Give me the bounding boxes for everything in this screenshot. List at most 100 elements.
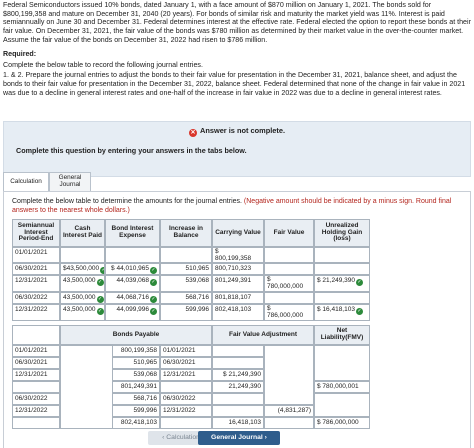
bonds-debit-col xyxy=(60,345,112,429)
mid-date-cell xyxy=(160,381,212,393)
correct-check-icon: ✓ xyxy=(96,279,104,286)
net-liability-blank xyxy=(314,393,370,417)
required-line-2: 1. & 2. Prepare the journal entries to a… xyxy=(3,71,466,97)
period-cell: 06/30/2021 xyxy=(12,263,60,275)
next-general-journal-button[interactable]: General Journal › xyxy=(198,431,280,445)
header-increase: Increase in Balance xyxy=(160,219,212,247)
expense-cell[interactable]: 44,068,716 ✓ xyxy=(105,292,160,304)
problem-statement: Federal Semiconductors issued 10% bonds,… xyxy=(3,1,471,99)
expense-cell xyxy=(105,247,160,263)
calculation-panel: Complete the below table to determine th… xyxy=(3,191,471,448)
date-cell xyxy=(12,417,60,429)
bonds-value-cell[interactable]: 539,068 xyxy=(112,369,160,381)
fair-value-cell xyxy=(264,263,314,275)
cash-cell[interactable]: 43,500,000 ✓ xyxy=(60,292,105,304)
chevron-right-icon: › xyxy=(262,433,267,441)
fair-value-cell[interactable]: $780,000,000 xyxy=(264,275,314,292)
header-fva: Fair Value Adjustment xyxy=(212,325,314,345)
required-heading: Required: xyxy=(3,50,37,59)
mid-date-cell: 06/30/2021 xyxy=(160,357,212,369)
bonds-total-cell[interactable]: 802,418,103 xyxy=(112,417,160,429)
fva-credit-cell[interactable]: (4,831,287) xyxy=(264,405,314,417)
required-line-1: Complete the below table to record the f… xyxy=(3,60,203,69)
bonds-value-cell[interactable]: 568,716 xyxy=(112,393,160,405)
tab-calculation[interactable]: Calculation xyxy=(3,172,49,192)
header-gain-loss: Unrealized Holding Gain (loss) xyxy=(314,219,370,247)
cash-cell[interactable]: 43,500,000 ✓ xyxy=(60,275,105,292)
mid-date-cell xyxy=(160,417,212,429)
gain-cell[interactable]: $ 16,418,103 ✓ xyxy=(314,304,370,321)
expense-cell[interactable]: 44,099,996 ✓ xyxy=(105,304,160,321)
next-button-label: General Journal xyxy=(211,433,263,441)
fva-debit-cell xyxy=(212,405,264,417)
tab-general-journal[interactable]: General Journal xyxy=(49,172,91,192)
net-liability-blank xyxy=(314,345,370,381)
cash-cell[interactable]: $43,500,000✓ xyxy=(60,263,105,275)
header-period: Semiannual Interest Period-End xyxy=(12,219,60,247)
net-liability-cell[interactable]: $ 786,000,000 xyxy=(314,417,370,429)
gain-cell xyxy=(314,247,370,263)
increase-cell[interactable]: 599,996 xyxy=(160,304,212,321)
header-net-liability: Net Liability(FMV) xyxy=(314,325,370,345)
fva-credit-col xyxy=(264,345,314,405)
answer-status-text: Answer is not complete. xyxy=(199,126,285,135)
date-cell: 12/31/2022 xyxy=(12,405,60,417)
correct-check-icon: ✓ xyxy=(96,308,104,315)
fva-total-cell[interactable]: 21,249,390 xyxy=(212,381,264,393)
fair-value-cell xyxy=(264,247,314,263)
carrying-cell[interactable]: 801,818,107 xyxy=(212,292,264,304)
period-cell: 06/30/2022 xyxy=(12,292,60,304)
problem-paragraph: Federal Semiconductors issued 10% bonds,… xyxy=(3,1,471,44)
cash-cell[interactable]: 43,500,000 ✓ xyxy=(60,304,105,321)
fva-debit-cell xyxy=(212,357,264,369)
correct-check-icon: ✓ xyxy=(355,308,363,315)
fva-debit-cell[interactable]: $ 21,249,390 xyxy=(212,369,264,381)
period-cell: 12/31/2022 xyxy=(12,304,60,321)
incorrect-x-icon: ✕ xyxy=(188,129,197,137)
bonds-total-cell[interactable]: 801,249,391 xyxy=(112,381,160,393)
date-cell: 06/30/2022 xyxy=(12,393,60,405)
mid-date-cell: 12/31/2022 xyxy=(160,405,212,417)
fva-total-cell[interactable]: 16,418,103 xyxy=(212,417,264,429)
answer-status: ✕ Answer is not complete. xyxy=(4,126,470,137)
tab-instruction: Complete this question by entering your … xyxy=(16,146,247,155)
gain-cell xyxy=(314,263,370,275)
bonds-value-cell[interactable]: 599,996 xyxy=(112,405,160,417)
correct-check-icon: ✓ xyxy=(96,296,104,303)
gain-cell xyxy=(314,292,370,304)
correct-check-icon: ✓ xyxy=(355,279,363,286)
bonds-value-cell[interactable]: 510,965 xyxy=(112,357,160,369)
carrying-cell[interactable]: 801,249,391 xyxy=(212,275,264,292)
fva-debit-cell xyxy=(212,393,264,405)
header-carrying: Carrying Value xyxy=(212,219,264,247)
carrying-cell[interactable]: $800,199,358 xyxy=(212,247,264,263)
increase-cell xyxy=(160,247,212,263)
carrying-cell[interactable]: 800,710,323 xyxy=(212,263,264,275)
period-cell: 01/01/2021 xyxy=(12,247,60,263)
panel-instruction: Complete the below table to determine th… xyxy=(12,198,462,215)
fair-value-cell xyxy=(264,292,314,304)
date-cell: 01/01/2021 xyxy=(12,345,60,357)
prev-button-label: Calculation xyxy=(166,433,200,441)
increase-cell[interactable]: 539,068 xyxy=(160,275,212,292)
bonds-value-cell[interactable]: 800,199,358 xyxy=(112,345,160,357)
increase-cell[interactable]: 510,965 xyxy=(160,263,212,275)
gain-cell[interactable]: $ 21,249,390 ✓ xyxy=(314,275,370,292)
increase-cell[interactable]: 568,716 xyxy=(160,292,212,304)
mid-date-cell: 01/01/2021 xyxy=(160,345,212,357)
header-bonds-payable: Bonds Payable xyxy=(60,325,212,345)
date-cell xyxy=(12,381,60,393)
expense-cell[interactable]: 44,039,068 ✓ xyxy=(105,275,160,292)
correct-check-icon: ✓ xyxy=(150,296,157,303)
blank-header xyxy=(12,325,60,345)
expense-cell[interactable]: $ 44,010,965 ✓ xyxy=(105,263,160,275)
date-cell: 12/31/2021 xyxy=(12,369,60,381)
net-liability-cell[interactable]: $ 780,000,001 xyxy=(314,381,370,393)
fva-credit-cell xyxy=(264,417,314,429)
correct-check-icon: ✓ xyxy=(150,267,157,274)
carrying-cell[interactable]: 802,418,103 xyxy=(212,304,264,321)
date-cell: 06/30/2021 xyxy=(12,357,60,369)
period-cell: 12/31/2021 xyxy=(12,275,60,292)
correct-check-icon: ✓ xyxy=(150,279,157,286)
fair-value-cell[interactable]: $786,000,000 xyxy=(264,304,314,321)
